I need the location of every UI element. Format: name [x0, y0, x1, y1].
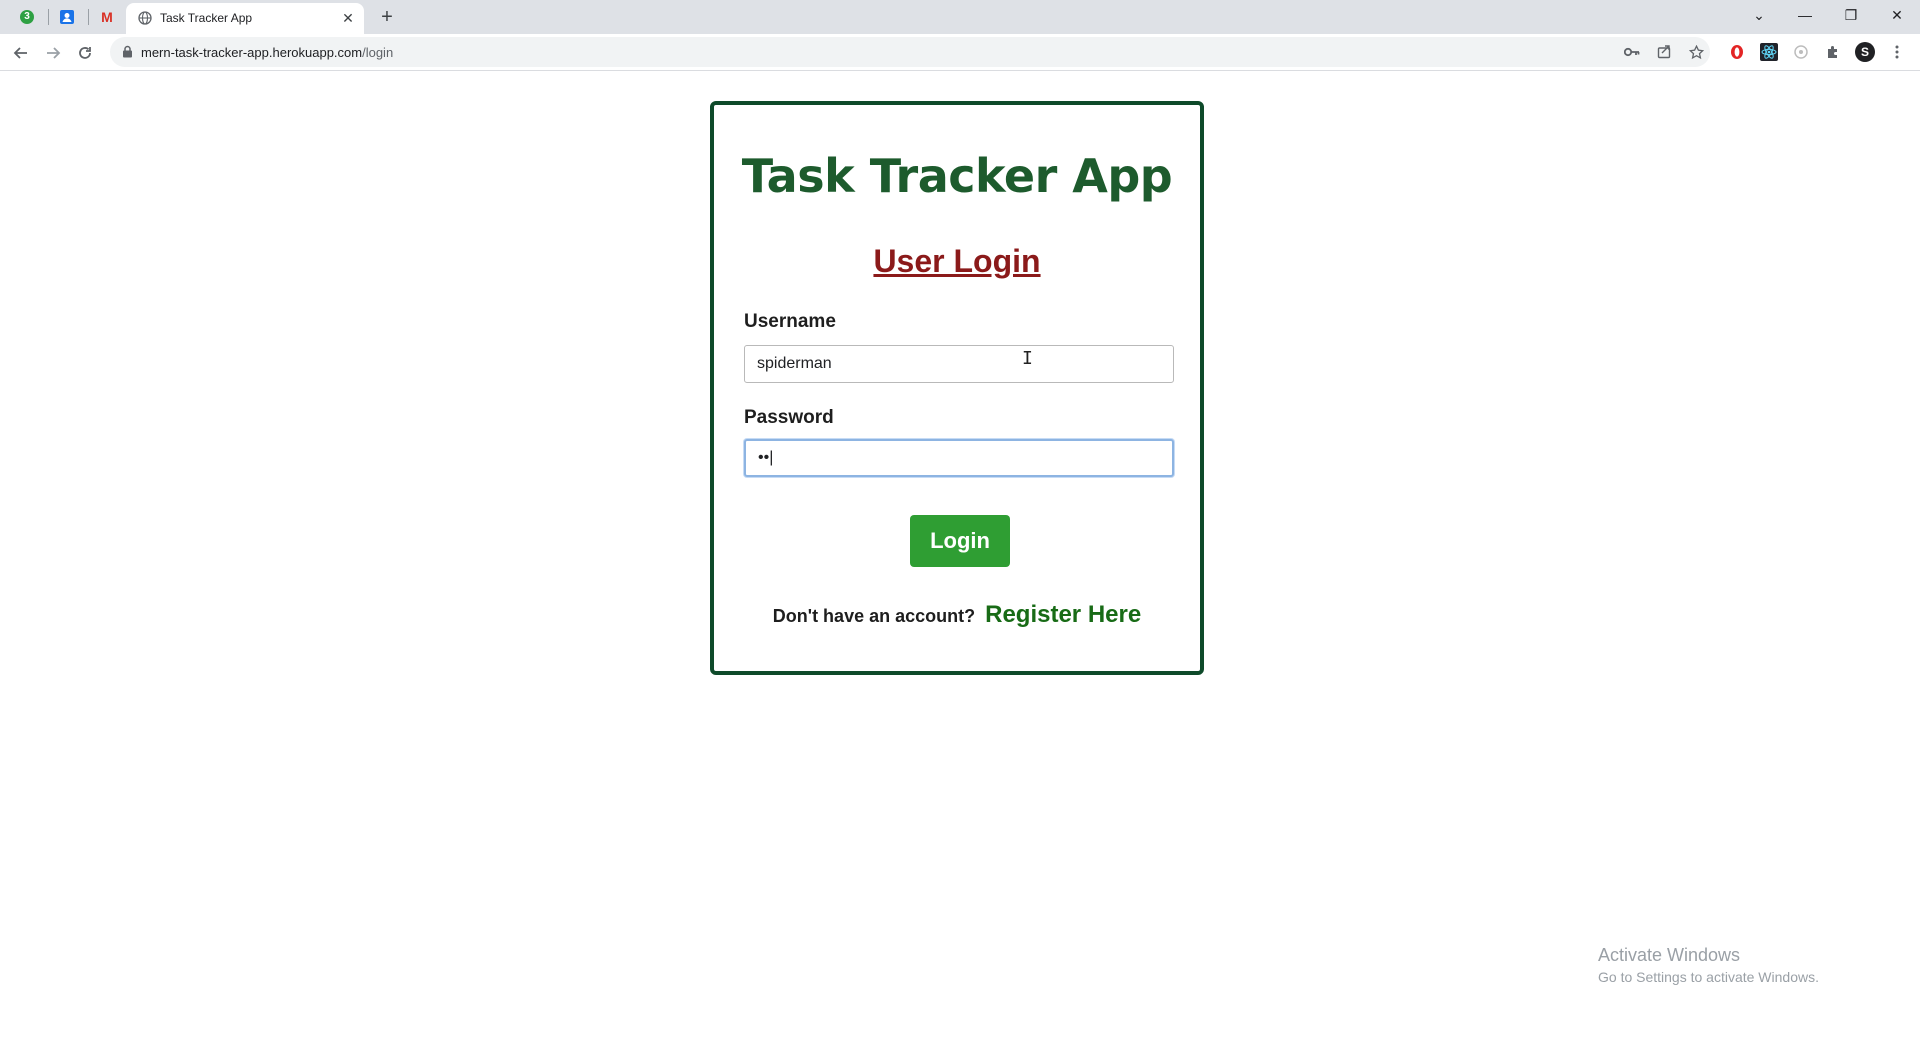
arrow-right-icon — [47, 47, 61, 59]
pinned-tab-contacts[interactable] — [50, 5, 84, 29]
app-title: Task Tracker App — [741, 149, 1173, 203]
bookmark-star-icon[interactable] — [1687, 43, 1705, 61]
url-text: mern-task-tracker-app.herokuapp.com/logi… — [141, 45, 393, 60]
tab-title: Task Tracker App — [160, 11, 253, 25]
new-tab-button[interactable]: + — [376, 6, 398, 28]
tab-close-icon[interactable]: ✕ — [340, 10, 356, 26]
url-path: /login — [362, 45, 394, 60]
password-value: •• — [758, 449, 770, 466]
login-button[interactable]: Login — [910, 515, 1010, 567]
restore-button[interactable]: ❐ — [1828, 0, 1874, 30]
reload-button[interactable] — [72, 40, 98, 66]
arrow-left-icon — [13, 47, 27, 59]
activate-windows-watermark: Activate Windows Go to Settings to activ… — [1598, 945, 1819, 985]
register-link[interactable]: Register Here — [985, 601, 1141, 628]
username-label: Username — [744, 311, 836, 332]
share-icon[interactable] — [1655, 43, 1673, 61]
browser-toolbar: mern-task-tracker-app.herokuapp.com/logi… — [0, 34, 1920, 71]
watermark-title: Activate Windows — [1598, 945, 1741, 965]
extension-grey-icon[interactable] — [1791, 42, 1811, 62]
pinned-tab-badge[interactable]: 3 — [10, 5, 44, 29]
browser-tab-strip: 3 M Task Tracker App ✕ + ⌄ — ❐ ✕ — [0, 0, 1920, 34]
watermark-subtitle: Go to Settings to activate Windows. — [1598, 969, 1819, 985]
tab-separator — [88, 9, 89, 25]
profile-avatar[interactable]: S — [1855, 42, 1875, 62]
login-heading: User Login — [873, 243, 1041, 279]
forward-button[interactable] — [40, 40, 66, 66]
close-window-button[interactable]: ✕ — [1874, 0, 1920, 30]
active-tab[interactable]: Task Tracker App ✕ — [126, 3, 364, 34]
text-cursor-icon: I — [1022, 348, 1033, 369]
kebab-menu-icon[interactable] — [1887, 42, 1907, 62]
avatar: S — [1855, 42, 1875, 62]
password-label: Password — [744, 407, 834, 428]
pinned-tab-gmail[interactable]: M — [90, 5, 124, 29]
gmail-icon: M — [101, 9, 113, 25]
react-devtools-icon[interactable] — [1759, 42, 1779, 62]
minimize-button[interactable]: — — [1782, 0, 1828, 30]
address-bar[interactable]: mern-task-tracker-app.herokuapp.com/logi… — [110, 37, 1710, 67]
username-input[interactable]: spiderman — [744, 345, 1174, 383]
url-host: mern-task-tracker-app.herokuapp.com — [141, 45, 363, 60]
text-caret: | — [769, 449, 774, 466]
register-question: Don't have an account? — [772, 606, 976, 626]
lock-icon — [123, 45, 132, 58]
tab-search-icon[interactable]: ⌄ — [1736, 0, 1782, 30]
login-card: Task Tracker App User Login Username spi… — [710, 101, 1204, 675]
opera-extension-icon[interactable] — [1727, 42, 1747, 62]
globe-icon — [138, 11, 152, 25]
back-button[interactable] — [8, 40, 34, 66]
password-input[interactable]: ••| — [744, 439, 1174, 477]
badge-3-icon: 3 — [20, 10, 34, 24]
password-key-icon[interactable] — [1623, 43, 1641, 61]
tab-separator — [48, 9, 49, 25]
extensions-puzzle-icon[interactable] — [1823, 42, 1843, 62]
register-row: Don't have an account? Register Here — [714, 601, 1200, 629]
reload-icon — [79, 47, 91, 59]
contacts-icon — [60, 10, 74, 24]
